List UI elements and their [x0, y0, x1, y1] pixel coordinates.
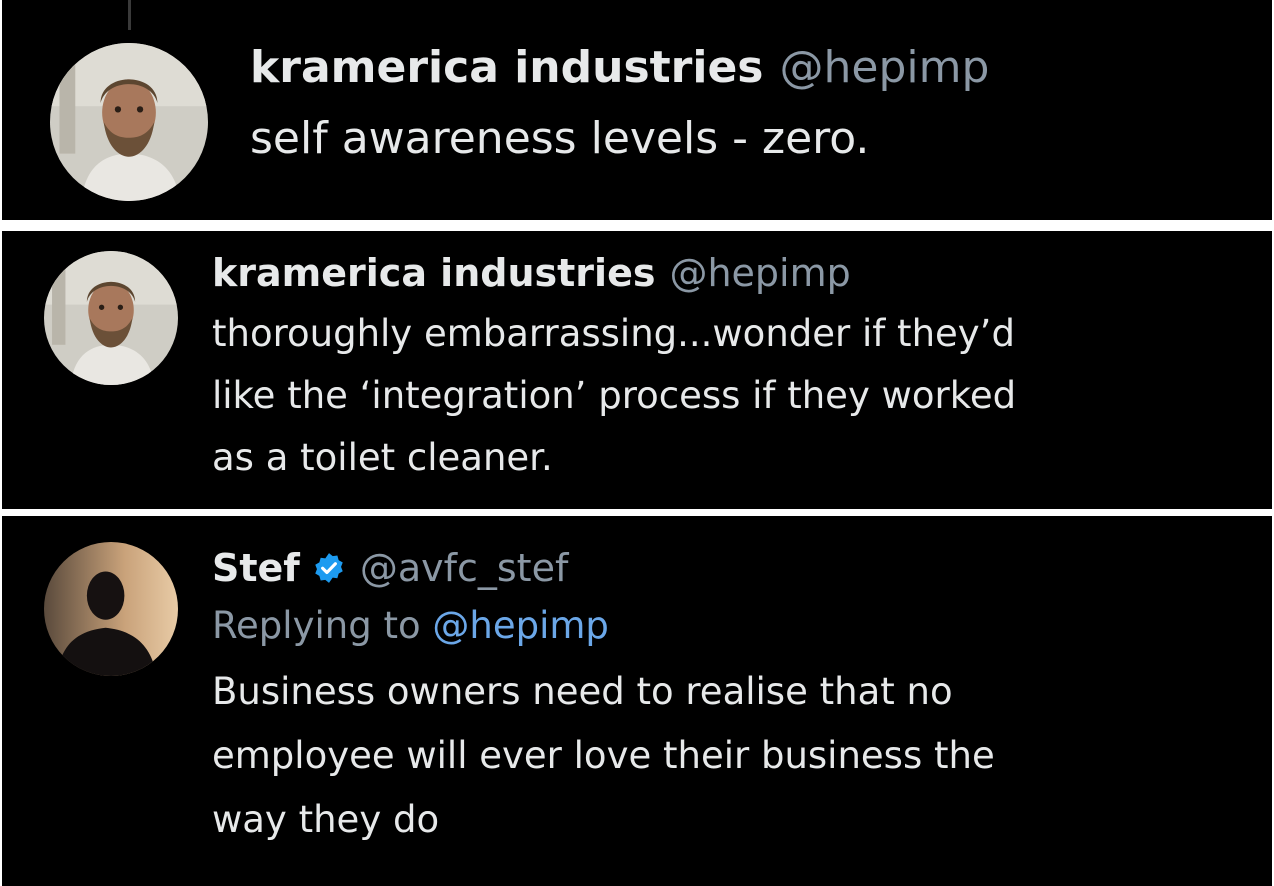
tweet-content: kramerica industries @hepimp self awaren… — [250, 36, 989, 172]
avatar-bearded-man[interactable] — [50, 43, 208, 201]
thread-connector-line — [128, 0, 131, 30]
tweet-text-line: like the ‘integration’ process if they w… — [212, 374, 1017, 417]
tweet-text-line: Business owners need to realise that no — [212, 670, 953, 713]
tweet-text: Business owners need to realise that no … — [212, 660, 1242, 852]
replying-to-line: Replying to @hepimp — [212, 598, 1242, 654]
replying-to-label: Replying to — [212, 604, 421, 647]
verified-badge-icon — [312, 551, 346, 585]
tweet-text-line: employee will ever love their business t… — [212, 734, 995, 777]
avatar-image — [50, 43, 208, 201]
tweet-text-line: thoroughly embarrassing...wonder if they… — [212, 312, 1015, 355]
author-name[interactable]: kramerica industries — [250, 42, 763, 93]
author-handle[interactable]: @avfc_stef — [360, 546, 569, 590]
author-handle[interactable]: @hepimp — [669, 251, 850, 295]
avatar-image — [44, 251, 178, 385]
tweet-header: kramerica industries @hepimp — [212, 247, 1242, 299]
avatar-image — [44, 542, 178, 676]
tweet-1[interactable]: kramerica industries @hepimp self awaren… — [2, 0, 1272, 220]
tweet-text: self awareness levels - zero. — [250, 113, 870, 164]
tweet-content: kramerica industries @hepimp thoroughly … — [212, 247, 1242, 489]
tweet-content: Stef @avfc_stef Replying to @hepimp Busi… — [212, 542, 1242, 852]
avatar-bearded-man[interactable] — [44, 251, 178, 385]
tweet-3[interactable]: Stef @avfc_stef Replying to @hepimp Busi… — [2, 516, 1272, 886]
author-handle[interactable]: @hepimp — [779, 42, 989, 93]
tweet-text: thoroughly embarrassing...wonder if they… — [212, 303, 1242, 489]
author-name[interactable]: Stef — [212, 546, 300, 590]
tweet-header: Stef @avfc_stef — [212, 542, 1242, 594]
tweet-header: kramerica industries @hepimp — [250, 36, 989, 98]
tweet-text-line: way they do — [212, 798, 440, 841]
author-name[interactable]: kramerica industries — [212, 251, 655, 295]
tweet-2[interactable]: kramerica industries @hepimp thoroughly … — [2, 231, 1272, 509]
avatar-silhouette[interactable] — [44, 542, 178, 676]
tweet-text-line: as a toilet cleaner. — [212, 436, 553, 479]
replying-to-handle-link[interactable]: @hepimp — [432, 604, 609, 647]
